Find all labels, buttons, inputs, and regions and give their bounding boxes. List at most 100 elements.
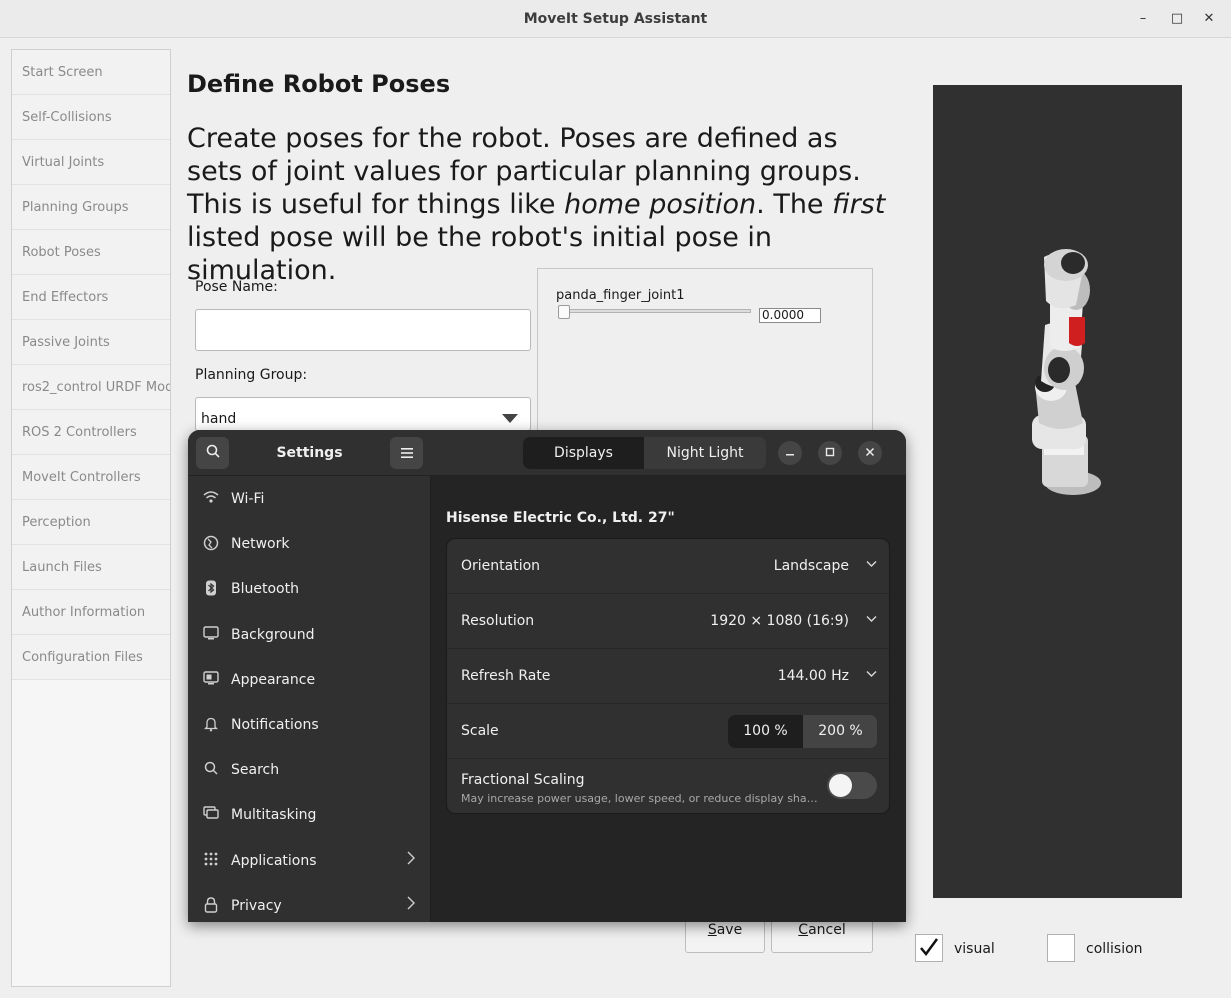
nav-item-robot-poses[interactable]: Robot Poses [12, 230, 170, 275]
tab-night-light[interactable]: Night Light [644, 437, 766, 469]
display-tabs: Displays Night Light [523, 437, 766, 469]
fractional-scaling-row: Fractional Scaling May increase power us… [447, 759, 889, 813]
settings-sidebar-header: Settings [188, 430, 431, 476]
settings-item-search[interactable]: Search [188, 748, 431, 793]
settings-item-background[interactable]: Background [188, 613, 431, 658]
applications-icon [202, 852, 220, 870]
resolution-row[interactable]: Resolution 1920 × 1080 (16:9) [447, 594, 889, 649]
cancel-mnemonic: C [798, 922, 809, 938]
nav-item-passive-joints[interactable]: Passive Joints [12, 320, 170, 365]
nav-item-author-information[interactable]: Author Information [12, 590, 170, 635]
multitasking-icon [202, 806, 220, 824]
search-icon [202, 761, 220, 779]
toggle-knob [829, 774, 852, 797]
settings-item-label: Notifications [231, 717, 319, 733]
settings-item-notifications[interactable]: Notifications [188, 703, 431, 748]
display-settings-list: Orientation Landscape Resolution 1920 × … [446, 538, 890, 814]
scale-selector: 100 % 200 % [728, 715, 877, 748]
minimize-icon [786, 454, 794, 456]
page-title: Define Robot Poses [187, 70, 451, 98]
page-description: Create poses for the robot. Poses are de… [187, 122, 897, 287]
desc-text-2: . The [756, 189, 833, 220]
nav-item-configuration-files[interactable]: Configuration Files [12, 635, 170, 680]
settings-item-multitasking[interactable]: Multitasking [188, 793, 431, 838]
settings-item-label: Privacy [231, 898, 282, 914]
planning-group-value: hand [201, 411, 237, 427]
nav-item-ros2-controllers[interactable]: ROS 2 Controllers [12, 410, 170, 455]
settings-minimize-button[interactable] [778, 441, 802, 465]
nav-item-start-screen[interactable]: Start Screen [12, 50, 170, 95]
orientation-value: Landscape [773, 558, 849, 574]
joint-value-input[interactable]: 0.0000 [759, 308, 821, 323]
settings-item-bluetooth[interactable]: Bluetooth [188, 567, 431, 612]
visual-checkbox[interactable] [915, 934, 943, 962]
window-title: MoveIt Setup Assistant [523, 11, 708, 27]
nav-item-ros2-control[interactable]: ros2_control URDF Modifications [12, 365, 170, 410]
tab-displays[interactable]: Displays [523, 437, 644, 469]
nav-item-self-collisions[interactable]: Self-Collisions [12, 95, 170, 140]
close-icon [865, 447, 875, 457]
settings-maximize-button[interactable] [818, 441, 842, 465]
fractional-scaling-subtitle: May increase power usage, lower speed, o… [461, 792, 821, 805]
save-label: ave [716, 922, 743, 938]
network-icon [202, 535, 220, 553]
fractional-scaling-label: Fractional Scaling [461, 772, 585, 788]
settings-window: Settings Wi-Fi Network Bluetooth Backgro… [188, 430, 906, 922]
nav-item-planning-groups[interactable]: Planning Groups [12, 185, 170, 230]
setup-nav: Start Screen Self-Collisions Virtual Joi… [11, 49, 171, 987]
settings-item-label: Appearance [231, 672, 316, 688]
maximize-button[interactable]: □ [1167, 9, 1187, 29]
settings-close-button[interactable] [858, 441, 882, 465]
nav-item-launch-files[interactable]: Launch Files [12, 545, 170, 590]
settings-item-privacy[interactable]: Privacy [188, 884, 431, 922]
background-icon [202, 626, 220, 644]
appearance-icon [202, 671, 220, 689]
resolution-value: 1920 × 1080 (16:9) [710, 613, 849, 629]
settings-item-label: Background [231, 627, 315, 643]
hamburger-icon [400, 448, 413, 458]
joint-slider-track[interactable] [558, 309, 751, 313]
joint-slider-handle[interactable] [558, 305, 570, 319]
settings-item-wifi[interactable]: Wi-Fi [188, 477, 431, 522]
notifications-icon [202, 716, 220, 734]
desc-emphasis-1: home position [564, 189, 757, 220]
planning-group-select[interactable]: hand [195, 397, 531, 431]
settings-main-header: Displays Night Light [431, 430, 906, 476]
pose-name-input[interactable] [195, 309, 531, 351]
desc-emphasis-2: first [832, 189, 886, 220]
settings-main: Displays Night Light Hisense Electric Co… [431, 430, 906, 922]
settings-item-label: Bluetooth [231, 581, 299, 597]
nav-item-virtual-joints[interactable]: Virtual Joints [12, 140, 170, 185]
refresh-rate-label: Refresh Rate [461, 668, 551, 684]
orientation-label: Orientation [461, 558, 541, 574]
minimize-button[interactable]: – [1133, 9, 1153, 29]
maximize-icon [825, 447, 835, 457]
scale-100-button[interactable]: 100 % [728, 715, 803, 748]
chevron-down-icon [866, 667, 877, 681]
collision-checkbox[interactable] [1047, 934, 1075, 962]
nav-item-moveit-controllers[interactable]: MoveIt Controllers [12, 455, 170, 500]
scale-label: Scale [461, 723, 499, 739]
joint-values-panel: panda_finger_joint1 0.0000 [537, 268, 873, 438]
settings-item-label: Search [231, 762, 280, 778]
checkmark-icon [920, 938, 939, 957]
nav-item-perception[interactable]: Perception [12, 500, 170, 545]
settings-item-network[interactable]: Network [188, 522, 431, 567]
joint-label: panda_finger_joint1 [556, 288, 685, 303]
nav-item-end-effectors[interactable]: End Effectors [12, 275, 170, 320]
chevron-right-icon [407, 851, 415, 869]
settings-item-appearance[interactable]: Appearance [188, 658, 431, 703]
save-mnemonic: S [707, 922, 717, 938]
settings-item-applications[interactable]: Applications [188, 839, 431, 884]
scale-200-button[interactable]: 200 % [803, 715, 877, 748]
orientation-row[interactable]: Orientation Landscape [447, 539, 889, 594]
visual-label: visual [954, 941, 995, 957]
bluetooth-icon [202, 580, 220, 598]
refresh-rate-row[interactable]: Refresh Rate 144.00 Hz [447, 649, 889, 704]
close-button[interactable]: ✕ [1199, 9, 1219, 29]
scale-row: Scale 100 % 200 % [447, 704, 889, 759]
monitor-name: Hisense Electric Co., Ltd. 27" [446, 510, 675, 526]
fractional-scaling-toggle[interactable] [827, 772, 877, 799]
robot-viewer[interactable] [933, 85, 1182, 898]
main-menu-button[interactable] [390, 437, 423, 469]
